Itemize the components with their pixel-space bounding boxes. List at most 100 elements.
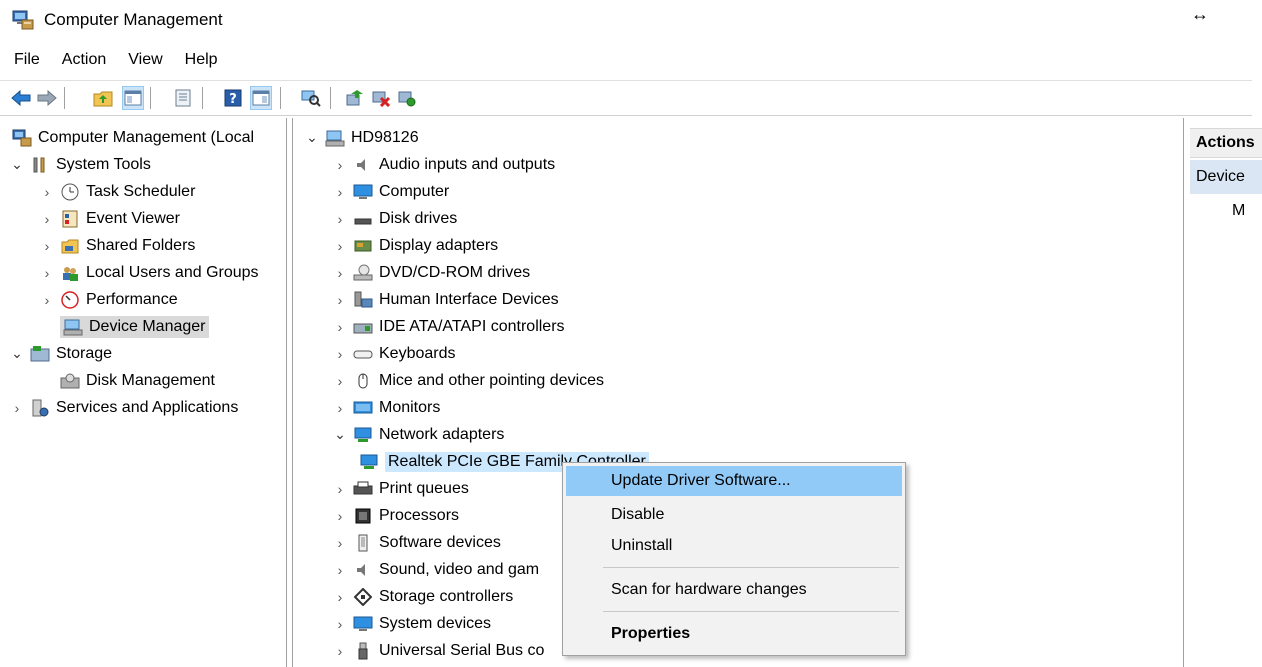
show-hide-console-tree-icon[interactable] (122, 86, 144, 110)
menu-file[interactable]: File (0, 48, 50, 72)
toolbar: ? (0, 80, 1252, 116)
device-category[interactable]: › System devices (333, 610, 491, 637)
chevron-right-icon[interactable]: › (333, 616, 347, 632)
device-category[interactable]: › Processors (333, 502, 459, 529)
title-bar: Computer Management ↔ (0, 0, 1262, 42)
chevron-right-icon[interactable]: › (333, 643, 347, 659)
menu-item-scan-hardware[interactable]: Scan for hardware changes (566, 575, 902, 605)
tree-item-computer-management[interactable]: Computer Management (Local (12, 124, 254, 151)
chevron-right-icon[interactable]: › (333, 400, 347, 416)
services-icon (30, 398, 50, 418)
chevron-right-icon[interactable]: › (333, 265, 347, 281)
device-category[interactable]: › Audio inputs and outputs (333, 151, 555, 178)
actions-section-device[interactable]: Device (1190, 160, 1262, 194)
tree-item-event-viewer[interactable]: › Event Viewer (40, 205, 180, 232)
actions-header: Actions (1190, 128, 1262, 158)
up-folder-icon[interactable] (92, 86, 114, 110)
device-category[interactable]: › Computer (333, 178, 450, 205)
monitor-icon (353, 182, 373, 202)
speaker-icon (353, 155, 373, 175)
uninstall-device-icon[interactable] (396, 86, 418, 110)
device-category[interactable]: › Keyboards (333, 340, 456, 367)
event-viewer-icon (60, 209, 80, 229)
show-hide-action-pane-icon[interactable] (250, 86, 272, 110)
device-category[interactable]: › Print queues (333, 475, 469, 502)
tree-item-shared-folders[interactable]: › Shared Folders (40, 232, 196, 259)
category-label: Keyboards (379, 344, 456, 362)
menu-view[interactable]: View (116, 48, 172, 72)
actions-more-link[interactable]: M (1232, 202, 1245, 220)
chevron-right-icon[interactable]: › (333, 373, 347, 389)
device-category[interactable]: › Storage controllers (333, 583, 513, 610)
chevron-right-icon[interactable]: › (333, 157, 347, 173)
tree-item-label: Computer Management (Local (38, 128, 255, 146)
device-category[interactable]: › Sound, video and gam (333, 556, 539, 583)
device-category[interactable]: › Universal Serial Bus co (333, 637, 544, 664)
chevron-right-icon[interactable]: › (333, 346, 347, 362)
category-label: Monitors (379, 398, 441, 416)
device-category[interactable]: › Human Interface Devices (333, 286, 559, 313)
chevron-right-icon[interactable]: › (333, 589, 347, 605)
tree-item-disk-management[interactable]: › Disk Management (40, 367, 215, 394)
device-category[interactable]: › Display adapters (333, 232, 499, 259)
computer-name: HD98126 (351, 128, 419, 146)
chevron-right-icon[interactable]: › (333, 292, 347, 308)
device-category-network[interactable]: ⌄ Network adapters (333, 421, 504, 448)
properties-icon[interactable] (172, 86, 194, 110)
category-label: Sound, video and gam (379, 560, 540, 578)
tree-item-task-scheduler[interactable]: › Task Scheduler (40, 178, 195, 205)
forward-arrow-icon[interactable] (36, 86, 58, 110)
chevron-right-icon[interactable]: › (333, 211, 347, 227)
menu-item-update-driver[interactable]: Update Driver Software... (566, 466, 902, 496)
device-category[interactable]: › IDE ATA/ATAPI controllers (333, 313, 565, 340)
chevron-right-icon[interactable]: › (40, 211, 54, 227)
menu-help[interactable]: Help (173, 48, 228, 72)
menu-item-disable[interactable]: Disable (566, 500, 902, 530)
chevron-right-icon[interactable]: › (40, 184, 54, 200)
menu-item-uninstall[interactable]: Uninstall (566, 531, 902, 561)
tree-item-system-tools[interactable]: ⌄ System Tools (10, 151, 151, 178)
chevron-right-icon[interactable]: › (333, 319, 347, 335)
tree-item-performance[interactable]: › Performance (40, 286, 178, 313)
update-driver-icon[interactable] (344, 86, 366, 110)
chevron-right-icon[interactable]: › (333, 238, 347, 254)
device-category[interactable]: › Monitors (333, 394, 441, 421)
scan-hardware-icon[interactable] (300, 86, 322, 110)
performance-icon (60, 290, 80, 310)
device-root[interactable]: ⌄ HD98126 (305, 124, 419, 151)
chevron-right-icon[interactable]: › (333, 184, 347, 200)
back-arrow-icon[interactable] (10, 86, 32, 110)
tree-item-label: Services and Applications (56, 398, 239, 416)
computer-management-icon (12, 128, 32, 148)
tree-item-device-manager[interactable]: › Device Manager (40, 313, 209, 340)
menu-item-properties[interactable]: Properties (566, 619, 902, 649)
chevron-right-icon[interactable]: › (40, 292, 54, 308)
device-category[interactable]: › Disk drives (333, 205, 458, 232)
chevron-right-icon[interactable]: › (40, 265, 54, 281)
chevron-down-icon[interactable]: ⌄ (10, 345, 24, 362)
system-tools-icon (30, 155, 50, 175)
chevron-right-icon[interactable]: › (333, 535, 347, 551)
tree-item-label: Storage (56, 344, 113, 362)
dvd-drive-icon (353, 263, 373, 283)
chevron-right-icon[interactable]: › (333, 562, 347, 578)
chevron-right-icon[interactable]: › (10, 400, 24, 416)
chevron-down-icon[interactable]: ⌄ (10, 156, 24, 173)
chevron-right-icon[interactable]: › (40, 238, 54, 254)
menu-action[interactable]: Action (50, 48, 116, 72)
disable-device-icon[interactable] (370, 86, 392, 110)
tree-item-label: Task Scheduler (86, 182, 196, 200)
category-label: Storage controllers (379, 587, 514, 605)
chevron-down-icon[interactable]: ⌄ (305, 129, 319, 146)
device-category[interactable]: › Mice and other pointing devices (333, 367, 604, 394)
tree-item-services-applications[interactable]: › Services and Applications (10, 394, 238, 421)
tree-item-local-users[interactable]: › Local Users and Groups (40, 259, 259, 286)
tree-item-storage[interactable]: ⌄ Storage (10, 340, 112, 367)
network-adapter-icon (353, 425, 373, 445)
chevron-down-icon[interactable]: ⌄ (333, 426, 347, 443)
device-category[interactable]: › DVD/CD-ROM drives (333, 259, 530, 286)
device-category[interactable]: › Software devices (333, 529, 501, 556)
help-icon[interactable]: ? (222, 86, 244, 110)
chevron-right-icon[interactable]: › (333, 508, 347, 524)
chevron-right-icon[interactable]: › (333, 481, 347, 497)
